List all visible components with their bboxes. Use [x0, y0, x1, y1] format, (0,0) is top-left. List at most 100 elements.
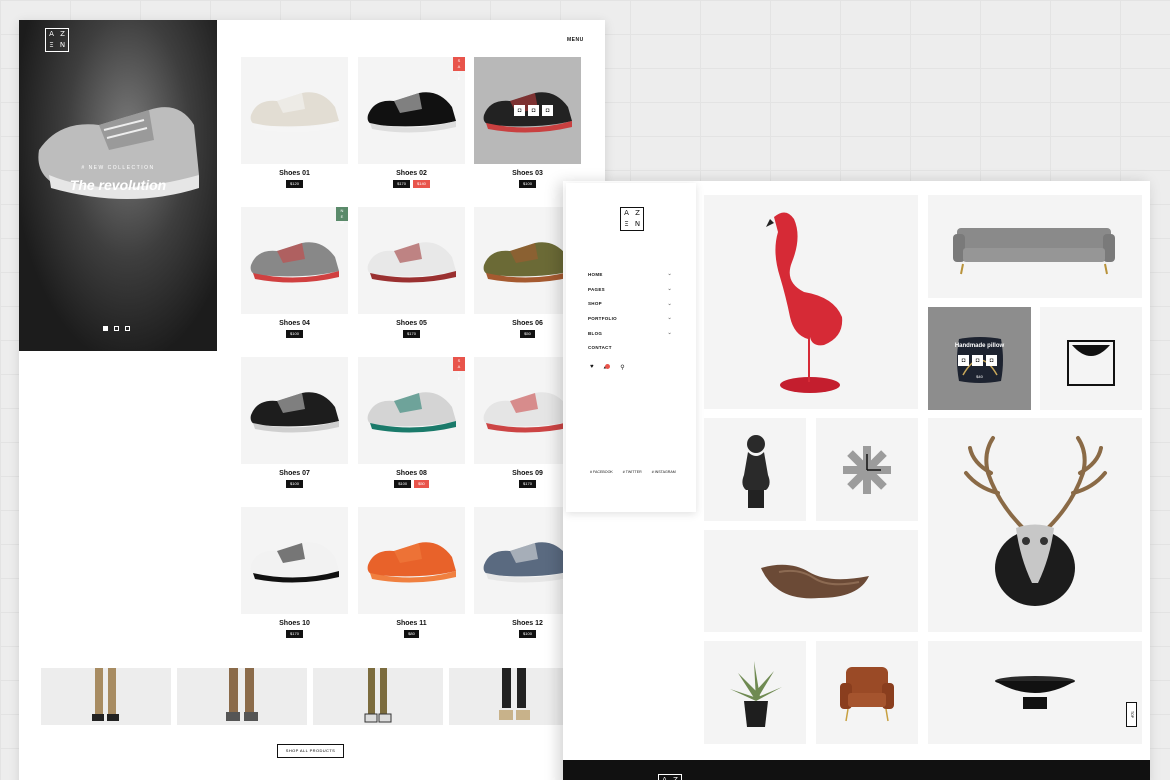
product-card[interactable]: SALE Shoes 08 $100 $50 [358, 357, 465, 488]
brand-logo[interactable]: A Z Ξ N [45, 28, 69, 52]
chevron-down-icon: ⌄ [667, 271, 672, 278]
logo-letter: Ξ [624, 220, 629, 228]
nav-item-contact[interactable]: CONTACT [588, 340, 672, 355]
slider-dot-3[interactable] [125, 326, 130, 331]
search-icon[interactable]: ⚲ [620, 364, 624, 371]
nav-item-blog[interactable]: BLOG ⌄ [588, 326, 672, 341]
product-name[interactable]: Shoes 05 [358, 320, 465, 327]
product-tile-bowl-stand[interactable] [1040, 307, 1142, 410]
black-bowl-image [995, 676, 1075, 709]
wishlist-icon[interactable]: ◘ [986, 355, 997, 366]
lookbook-image[interactable] [313, 668, 443, 725]
price-tag: $100 [519, 630, 536, 638]
nav-item-pages[interactable]: PAGES ⌄ [588, 282, 672, 297]
sneaker-image [367, 92, 456, 133]
sneaker-image [483, 542, 572, 583]
product-name[interactable]: Shoes 01 [241, 170, 348, 177]
product-card[interactable]: Shoes 07 $100 [241, 357, 348, 488]
product-name[interactable]: Shoes 04 [241, 320, 348, 327]
sale-badge: SALE [453, 357, 465, 381]
price-tag: $170 [393, 180, 410, 188]
nav-label: CONTACT [588, 345, 612, 351]
social-link-facebook[interactable]: # FACEBOOK [590, 470, 613, 474]
product-image[interactable] [241, 507, 348, 614]
product-tile-wood-tray[interactable] [704, 530, 918, 632]
sneaker-image [250, 242, 339, 283]
product-image[interactable] [358, 507, 465, 614]
chevron-down-icon: ⌄ [667, 300, 672, 307]
quick-view-icon[interactable]: ◘ [514, 105, 525, 116]
product-image[interactable]: NEW [241, 207, 348, 314]
social-link-twitter[interactable]: # TWITTER [623, 470, 642, 474]
social-link-instagram[interactable]: # INSTAGRAM [652, 470, 676, 474]
product-image[interactable] [358, 207, 465, 314]
heart-icon[interactable]: ♥ [590, 364, 594, 371]
product-card[interactable]: Shoes 01 $120 [241, 57, 348, 188]
nav-item-portfolio[interactable]: PORTFOLIO ⌄ [588, 311, 672, 326]
add-to-cart-icon[interactable]: ◘ [528, 105, 539, 116]
product-tile-armchair[interactable] [816, 641, 918, 744]
product-name[interactable]: Shoes 08 [358, 470, 465, 477]
add-to-cart-icon[interactable]: ◘ [972, 355, 983, 366]
product-name: Handmade pillow [954, 343, 1005, 349]
cart-icon[interactable]: ▰ [604, 364, 611, 371]
hero-kicker: # NEW COLLECTION [81, 165, 155, 171]
cart-count-badge [605, 364, 611, 369]
lookbook-image[interactable] [177, 668, 307, 725]
hero-title: The revolution [69, 177, 167, 193]
slider-dot-1[interactable] [103, 326, 108, 331]
product-card[interactable]: NEW Shoes 04 $100 [241, 207, 348, 338]
quick-view-icon[interactable]: ◘ [958, 355, 969, 366]
lookbook-image[interactable] [449, 668, 579, 725]
product-tile-clock[interactable] [816, 418, 918, 521]
product-tile-bust[interactable] [704, 418, 806, 521]
slider-dot-2[interactable] [114, 326, 119, 331]
price-tag: $50 [520, 330, 535, 338]
product-tile-bowl[interactable] [928, 641, 1142, 744]
product-tile-flamingo[interactable] [704, 195, 918, 409]
lookbook-image[interactable] [41, 668, 171, 725]
price-tag: $120 [286, 180, 303, 188]
logo-letter: A [49, 30, 54, 38]
lookbook-row [41, 668, 579, 725]
product-tile-deer-skull[interactable] [928, 418, 1142, 632]
logo-letter: Z [635, 209, 640, 217]
product-image[interactable] [241, 57, 348, 164]
product-prices: $120 [241, 180, 348, 188]
sneaker-image [250, 92, 339, 133]
product-name[interactable]: Shoes 02 [358, 170, 465, 177]
menu-button[interactable]: MENU [567, 37, 584, 43]
product-name[interactable]: Shoes 10 [241, 620, 348, 627]
product-card[interactable]: Shoes 11 $80 [358, 507, 465, 638]
price-tag: $140 [413, 180, 430, 188]
product-card[interactable]: SALE Shoes 02 $170 $140 [358, 57, 465, 188]
product-tile-plant[interactable] [704, 641, 806, 744]
brand-logo[interactable]: A Z Ξ N [658, 774, 682, 780]
product-card[interactable]: Shoes 10 $170 [241, 507, 348, 638]
bowl-stand-image [1067, 340, 1115, 386]
nav-item-home[interactable]: HOME ⌄ [588, 267, 672, 282]
product-image[interactable] [241, 357, 348, 464]
product-card[interactable]: Shoes 05 $170 [358, 207, 465, 338]
product-name[interactable]: Shoes 11 [358, 620, 465, 627]
product-image[interactable]: SALE [358, 57, 465, 164]
hero-banner[interactable]: A Z Ξ N # NEW COLLECTION The revolution [19, 20, 217, 351]
product-tile-sofa[interactable] [928, 195, 1142, 298]
product-card[interactable]: ◘ ◘ ◘ Shoes 03 $100 [474, 57, 581, 188]
shop-all-products-button[interactable]: SHOP ALL PRODUCTS [277, 744, 344, 758]
scroll-to-top-button[interactable]: TOP [1126, 702, 1137, 727]
logo-letter: N [59, 41, 66, 49]
brand-logo[interactable]: A Z Ξ N [620, 207, 644, 231]
product-image[interactable]: SALE [358, 357, 465, 464]
product-prices: $170 [241, 630, 348, 638]
product-tile-pillow[interactable]: Handmade pillow ◘ ◘ ◘ $40 [928, 307, 1031, 410]
product-price: $40 [976, 374, 983, 379]
product-name[interactable]: Shoes 07 [241, 470, 348, 477]
product-name[interactable]: Shoes 03 [474, 170, 581, 177]
logo-letter: A [624, 209, 629, 217]
social-links: # FACEBOOK # TWITTER # INSTAGRAM [590, 470, 676, 474]
nav-label: SHOP [588, 301, 602, 307]
wishlist-icon[interactable]: ◘ [542, 105, 553, 116]
product-image[interactable]: ◘ ◘ ◘ [474, 57, 581, 164]
nav-item-shop[interactable]: SHOP ⌄ [588, 296, 672, 311]
